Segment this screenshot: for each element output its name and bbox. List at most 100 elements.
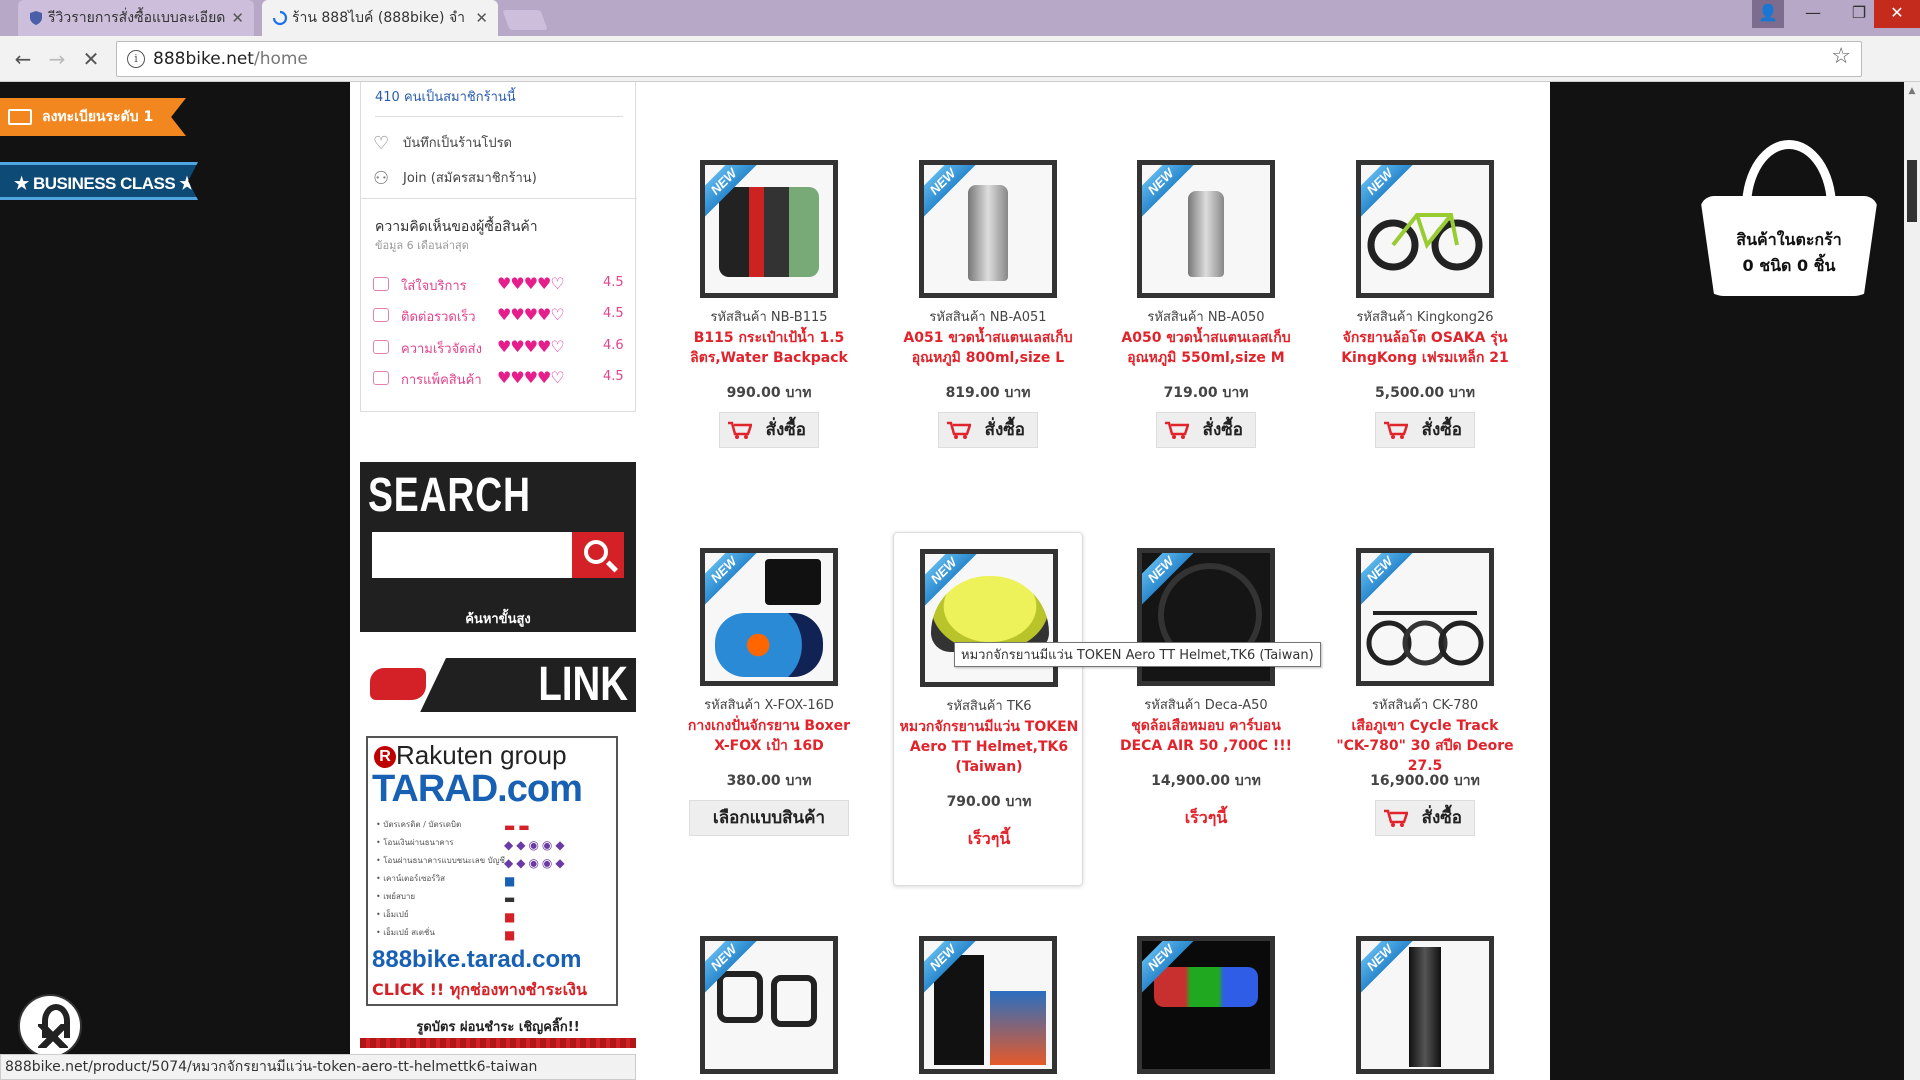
favorite-shop-link[interactable]: ♡ บันทึกเป็นร้านโปรด — [373, 132, 512, 154]
back-arrow-icon[interactable]: ← — [8, 44, 38, 74]
product-name[interactable]: หมวกจักรยานมีแว่น TOKEN Aero TT Helmet,T… — [898, 717, 1080, 777]
product-card[interactable]: NEW รหัสสินค้า NB-B115 B115 กระเป๋าเป้น้… — [674, 144, 864, 448]
page-viewport: ลงทะเบียนระดับ 1 ★ BUSINESS CLASS ★ 410 … — [0, 82, 1904, 1080]
product-price: 380.00 บาท — [726, 773, 812, 789]
installment-link[interactable]: รูดบัตร ผ่อนชำระ เชิญคลิ๊ก!! — [360, 1016, 636, 1037]
backpack-image — [719, 187, 819, 277]
bike-shorts-image — [715, 613, 823, 677]
order-button[interactable]: สั่งซื้อ — [1156, 412, 1256, 448]
order-button[interactable]: สั่งซื้อ — [1375, 412, 1475, 448]
cart-icon — [1384, 421, 1408, 439]
bottle-image — [1188, 191, 1224, 277]
product-code: รหัสสินค้า TK6 — [946, 699, 1032, 714]
product-name[interactable]: A051 ขวดน้ำสแตนเลสเก็บอุณหภูมิ 800ml,siz… — [897, 328, 1079, 368]
search-input[interactable] — [372, 532, 572, 578]
new-tab-button[interactable] — [502, 10, 548, 30]
user-profile-icon[interactable]: 👤 — [1752, 0, 1784, 28]
tab-title: รีวิวรายการสั่งซื้อแบบละเอียด — [48, 10, 226, 26]
order-button[interactable]: สั่งซื้อ — [719, 412, 819, 448]
close-window-button[interactable]: ✕ — [1874, 0, 1920, 28]
bookmark-star-icon[interactable]: ☆ — [1831, 44, 1851, 69]
info-icon[interactable]: i — [127, 50, 145, 68]
rating-hearts: ♥♥♥♥♡ — [497, 274, 565, 293]
product-name[interactable]: จักรยานล้อโต OSAKA รุ่น KingKong เฟรมเหล… — [1334, 328, 1516, 368]
tarad-payment-banner[interactable]: R Rakuten group TARAD.com • บัตรเครดิต / … — [366, 736, 618, 1006]
register-level-badge[interactable]: ลงทะเบียนระดับ 1 — [0, 98, 186, 136]
divider — [361, 198, 637, 199]
advanced-search-link[interactable]: ค้นหาขั้นสูง — [360, 608, 636, 629]
cart-icon — [947, 421, 971, 439]
product-card[interactable]: NEW — [674, 920, 864, 1080]
product-name[interactable]: A050 ขวดน้ำสแตนเลสเก็บอุณหภูมิ 550ml,siz… — [1115, 328, 1297, 368]
shopping-basket-widget[interactable]: สินค้าในตะกร้า 0 ชนิด 0 ชิ้น — [1700, 140, 1878, 300]
close-icon[interactable]: ✕ — [231, 0, 244, 36]
business-class-badge[interactable]: ★ BUSINESS CLASS ★ — [0, 162, 198, 200]
product-image[interactable]: NEW — [1137, 936, 1275, 1074]
basket-count: 0 ชนิด 0 ชิ้น — [1742, 256, 1836, 275]
status-bar-url: 888bike.net/product/5074/หมวกจักรยานมีแว… — [0, 1054, 636, 1080]
product-code: รหัสสินค้า NB-A051 — [929, 310, 1047, 325]
product-image[interactable]: NEW — [1356, 160, 1494, 298]
member-count[interactable]: 410 คนเป็นสมาชิกร้านนี้ — [375, 86, 516, 107]
minimize-button[interactable]: — — [1790, 0, 1836, 28]
product-price: 16,900.00 บาท — [1370, 773, 1480, 789]
product-code: รหัสสินค้า NB-A050 — [1147, 310, 1265, 325]
product-image[interactable]: NEW — [700, 548, 838, 686]
reviews-title: ความคิดเห็นของผู้ซื้อสินค้า — [375, 219, 538, 235]
product-image[interactable]: NEW — [919, 936, 1057, 1074]
product-name[interactable]: ชุดล้อเสือหมอบ คาร์บอน DECA AIR 50 ,700C… — [1115, 716, 1297, 756]
chat-icon — [373, 277, 389, 291]
product-card[interactable]: NEW รหัสสินค้า X-FOX-16D กางเกงปั่นจักรย… — [674, 532, 864, 836]
product-card[interactable]: NEW รหัสสินค้า Deca-A50 ชุดล้อเสือหมอบ ค… — [1111, 532, 1301, 827]
product-image[interactable]: NEW — [700, 160, 838, 298]
loading-spinner-icon — [272, 10, 288, 26]
browser-tab-review[interactable]: รีวิวรายการสั่งซื้อแบบละเอียด ✕ — [18, 0, 254, 36]
product-image[interactable]: NEW — [919, 160, 1057, 298]
product-card[interactable]: NEW รหัสสินค้า Kingkong26 จักรยานล้อโต O… — [1330, 144, 1520, 448]
product-card[interactable]: NEW — [1111, 920, 1301, 1080]
product-code: รหัสสินค้า NB-B115 — [710, 310, 828, 325]
order-button[interactable]: สั่งซื้อ — [1375, 800, 1475, 836]
product-name[interactable]: กางเกงปั่นจักรยาน Boxer X-FOX เป้า 16D — [678, 716, 860, 756]
coming-soon-label: เร็วๆนี้ — [967, 829, 1011, 848]
choose-variant-button[interactable]: เลือกแบบสินค้า — [689, 800, 849, 836]
browser-tab-888bike[interactable]: ร้าน 888ไบค์ (888bike) จำ ✕ — [262, 0, 498, 36]
product-code: รหัสสินค้า Deca-A50 — [1144, 698, 1268, 713]
shop-info-box: 410 คนเป็นสมาชิกร้านนี้ ♡ บันทึกเป็นร้านโ… — [360, 82, 637, 412]
scroll-up-icon[interactable]: ▲ — [1904, 86, 1920, 96]
cart-icon — [1384, 809, 1408, 827]
scrollbar-thumb[interactable] — [1907, 160, 1917, 222]
address-bar[interactable]: i 888bike.net/home ☆ — [116, 41, 1862, 77]
search-widget: SEARCH ค้นหาขั้นสูง — [360, 462, 636, 632]
product-card[interactable]: NEW รหัสสินค้า NB-A051 A051 ขวดน้ำสแตนเล… — [893, 144, 1083, 448]
product-name[interactable]: เสือภูเขา Cycle Track "CK-780" 30 สปีด D… — [1334, 716, 1516, 776]
rating-hearts: ♥♥♥♥♡ — [497, 305, 565, 324]
product-tooltip: หมวกจักรยานมีแว่น TOKEN Aero TT Helmet,T… — [954, 642, 1321, 667]
order-button[interactable]: สั่งซื้อ — [938, 412, 1038, 448]
cart-icon — [1165, 421, 1189, 439]
tarad-site-url: 888bike.tarad.com — [372, 946, 582, 973]
stop-loading-icon[interactable]: ✕ — [76, 44, 106, 74]
product-image[interactable]: NEW — [1137, 160, 1275, 298]
search-button[interactable] — [572, 532, 624, 578]
package-icon — [373, 371, 389, 385]
heart-icon: ♡ — [373, 132, 390, 154]
product-code: รหัสสินค้า Kingkong26 — [1356, 310, 1494, 325]
mail-icon — [373, 308, 389, 322]
product-image[interactable]: NEW — [700, 936, 838, 1074]
product-card[interactable]: NEW รหัสสินค้า TK6 หมวกจักรยานมีแว่น TOK… — [893, 532, 1083, 886]
product-code: รหัสสินค้า X-FOX-16D — [704, 698, 834, 713]
product-card[interactable]: NEW — [1330, 920, 1520, 1080]
product-card[interactable]: NEW — [893, 920, 1083, 1080]
product-card[interactable]: NEW รหัสสินค้า NB-A050 A050 ขวดน้ำสแตนเล… — [1111, 144, 1301, 448]
product-card[interactable]: NEW รหัสสินค้า CK-780 เสือภูเขา Cycle Tr… — [1330, 532, 1520, 836]
product-name[interactable]: B115 กระเป๋าเป้น้ำ 1.5 ลิตร,Water Backpa… — [678, 328, 860, 368]
product-image[interactable]: NEW — [1356, 548, 1494, 686]
close-icon[interactable]: ✕ — [475, 0, 488, 36]
page-scrollbar[interactable]: ▲ — [1904, 82, 1920, 1080]
link-title: LINK — [538, 658, 628, 711]
forward-arrow-icon[interactable]: → — [42, 44, 72, 74]
url-text[interactable]: 888bike.net/home — [153, 42, 308, 76]
product-image[interactable]: NEW — [1356, 936, 1494, 1074]
join-member-link[interactable]: ⚇ Join (สมัครสมาชิกร้าน) — [373, 167, 537, 189]
